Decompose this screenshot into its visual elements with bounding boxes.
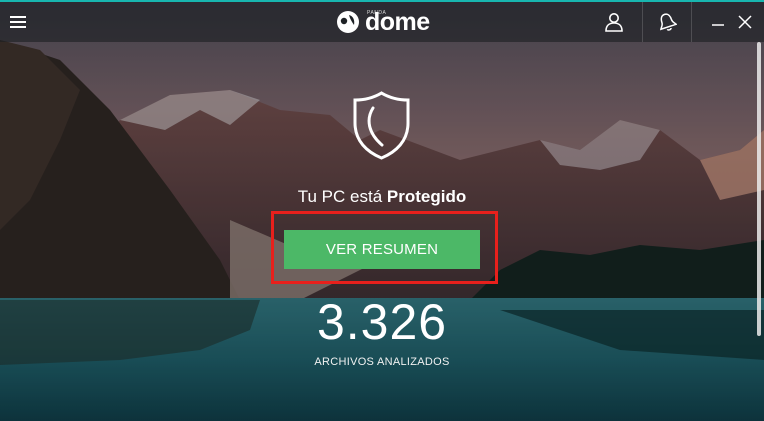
user-icon [605,13,623,32]
hamburger-menu-icon[interactable] [10,15,26,29]
status-state: Protegido [386,187,467,206]
panda-logo-icon [337,11,359,33]
notifications-button[interactable] [642,2,692,42]
protection-status: Tu PC está Protegido [0,187,764,207]
shield-icon [353,91,410,160]
close-icon[interactable] [737,14,753,30]
scanned-files-count: 3.326 [316,294,448,350]
panda-dome-logo: PANDA dome [336,8,436,38]
title-bar: PANDA dome [0,0,764,42]
user-button[interactable] [590,2,638,42]
ver-resumen-button[interactable]: VER RESUMEN [284,230,480,269]
scanned-files-label: ARCHIVOS ANALIZADOS [314,356,450,368]
status-prefix: Tu PC está [297,187,383,206]
panda-dome-window: PANDA dome Tu PC está Protegido VER RESU… [0,0,764,421]
minimize-icon[interactable] [710,14,726,30]
brand-name: dome [365,8,430,36]
bell-icon [660,13,677,31]
